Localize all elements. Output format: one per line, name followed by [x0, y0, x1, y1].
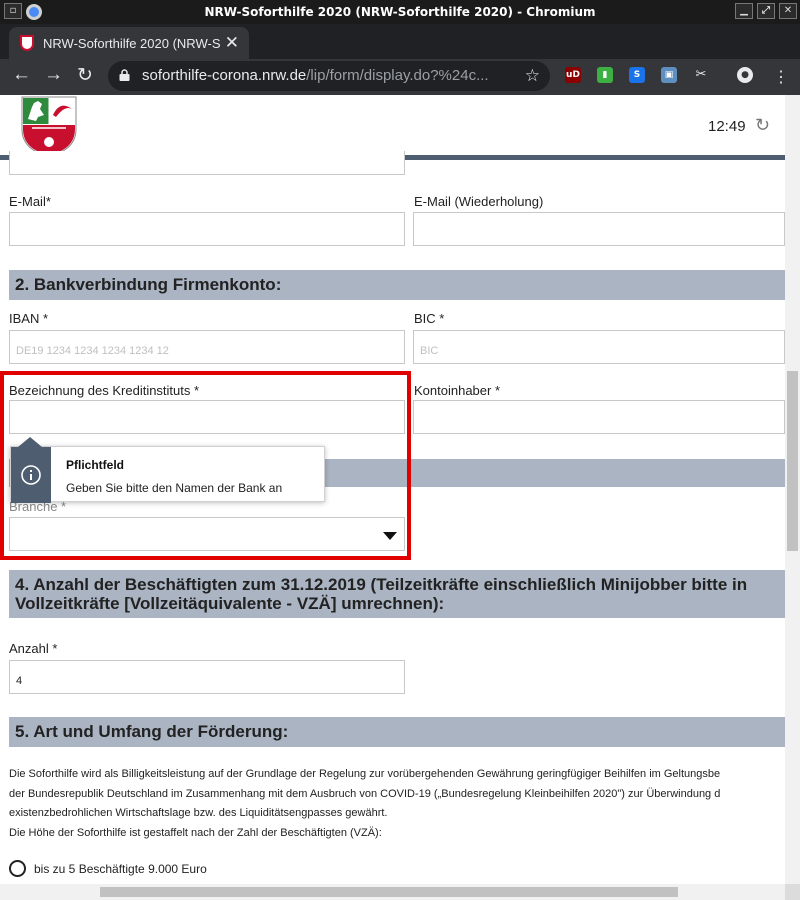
- minimize-icon[interactable]: ▁: [735, 3, 753, 19]
- menu-kebab-icon[interactable]: ⋮: [773, 67, 789, 87]
- iban-label: IBAN *: [9, 311, 49, 326]
- maximize-icon[interactable]: ⤢: [757, 3, 775, 19]
- green-extension-icon[interactable]: ▮: [597, 67, 613, 83]
- previous-field-input[interactable]: [9, 151, 405, 175]
- refresh-icon[interactable]: ↻: [755, 115, 770, 136]
- radio-up-to-5-employees-label[interactable]: bis zu 5 Beschäftigte 9.000 Euro: [34, 862, 207, 876]
- account-holder-field[interactable]: [413, 400, 785, 434]
- section-employees-title: 4. Anzahl der Beschäftigten zum 31.12.20…: [9, 570, 785, 618]
- tab-close-icon[interactable]: ✕: [225, 33, 239, 53]
- page-viewport: 12:49 ↻ E-Mail* E-Mail (Wiederholung) 2.…: [0, 95, 785, 884]
- tooltip-message: Geben Sie bitte den Namen der Bank an: [66, 481, 283, 495]
- vertical-scrollbar-thumb[interactable]: [787, 371, 798, 551]
- ublock-extension-icon[interactable]: uD: [565, 67, 581, 83]
- required-field-tooltip: Pflichtfeld Geben Sie bitte den Namen de…: [10, 437, 325, 503]
- close-window-icon[interactable]: ✕: [779, 3, 797, 19]
- section-funding-title: 5. Art und Umfang der Förderung:: [9, 717, 785, 747]
- window-titlebar: ▫ NRW-Soforthilfe 2020 (NRW-Soforthilfe …: [0, 0, 800, 24]
- iban-field[interactable]: DE19 1234 1234 1234 1234 12: [9, 330, 405, 364]
- bookmark-star-icon[interactable]: ☆: [525, 66, 540, 86]
- tooltip-title: Pflichtfeld: [66, 458, 125, 472]
- horizontal-scrollbar-thumb[interactable]: [100, 887, 678, 897]
- nrw-favicon-icon: [20, 35, 34, 51]
- profile-avatar-icon[interactable]: ●: [737, 67, 753, 83]
- bic-label: BIC *: [414, 311, 445, 326]
- funding-paragraph-line1: Die Soforthilfe wird als Billigkeitsleis…: [9, 768, 721, 780]
- back-icon[interactable]: ←: [12, 64, 31, 86]
- funding-paragraph-line3: existenzbedrohlichen Wirtschaftslage bzw…: [9, 807, 388, 819]
- bic-field[interactable]: BIC: [413, 330, 785, 364]
- email-repeat-field[interactable]: [413, 212, 785, 246]
- forward-icon[interactable]: →: [44, 64, 63, 86]
- lock-icon: [119, 69, 130, 81]
- funding-paragraph-line2: der Bundesrepublik Deutschland im Zusamm…: [9, 788, 721, 800]
- radio-up-to-5-employees[interactable]: [9, 860, 26, 877]
- tooltip-pointer: [18, 437, 42, 447]
- horizontal-scrollbar[interactable]: [0, 884, 785, 900]
- tab-nrw-soforthilfe[interactable]: NRW-Soforthilfe 2020 (NRW-Sofo ✕: [9, 27, 249, 59]
- info-icon: [21, 465, 41, 485]
- tooltip-icon-panel: [11, 447, 51, 503]
- window-title: NRW-Soforthilfe 2020 (NRW-Soforthilfe 20…: [204, 5, 596, 19]
- funding-paragraph-line4: Die Höhe der Soforthilfe ist gestaffelt …: [9, 827, 382, 839]
- vertical-scrollbar[interactable]: [785, 95, 800, 884]
- address-bar[interactable]: soforthilfe-corona.nrw.de/lip/form/displ…: [108, 61, 550, 91]
- account-holder-label: Kontoinhaber *: [414, 383, 501, 398]
- reload-icon[interactable]: ↻: [77, 64, 93, 87]
- tools-extension-icon[interactable]: ✂: [693, 67, 709, 83]
- email-label: E-Mail*: [9, 194, 51, 209]
- section-employees-title-line2: Vollzeitkräfte [Vollzeitäquivalente - VZ…: [15, 594, 445, 613]
- tab-title: NRW-Soforthilfe 2020 (NRW-Sofo: [43, 36, 221, 51]
- email-repeat-label: E-Mail (Wiederholung): [414, 194, 544, 209]
- s-extension-icon[interactable]: S: [629, 67, 645, 83]
- header-clock: 12:49: [708, 118, 746, 135]
- section-bank-title: 2. Bankverbindung Firmenkonto:: [9, 270, 785, 300]
- tab-strip: NRW-Soforthilfe 2020 (NRW-Sofo ✕ +: [0, 24, 800, 77]
- employee-count-label: Anzahl *: [9, 641, 58, 656]
- browser-toolbar: ← → ↻ soforthilfe-corona.nrw.de/lip/form…: [0, 59, 800, 95]
- employee-count-field[interactable]: 4: [9, 660, 405, 694]
- nrw-crest-logo: [21, 96, 77, 157]
- email-field[interactable]: [9, 212, 405, 246]
- screenshot-extension-icon[interactable]: ▣: [661, 67, 677, 83]
- section-employees-title-line1: 4. Anzahl der Beschäftigten zum 31.12.20…: [15, 575, 748, 594]
- scrollbar-corner: [785, 884, 800, 900]
- url-text: soforthilfe-corona.nrw.de/lip/form/displ…: [142, 67, 489, 84]
